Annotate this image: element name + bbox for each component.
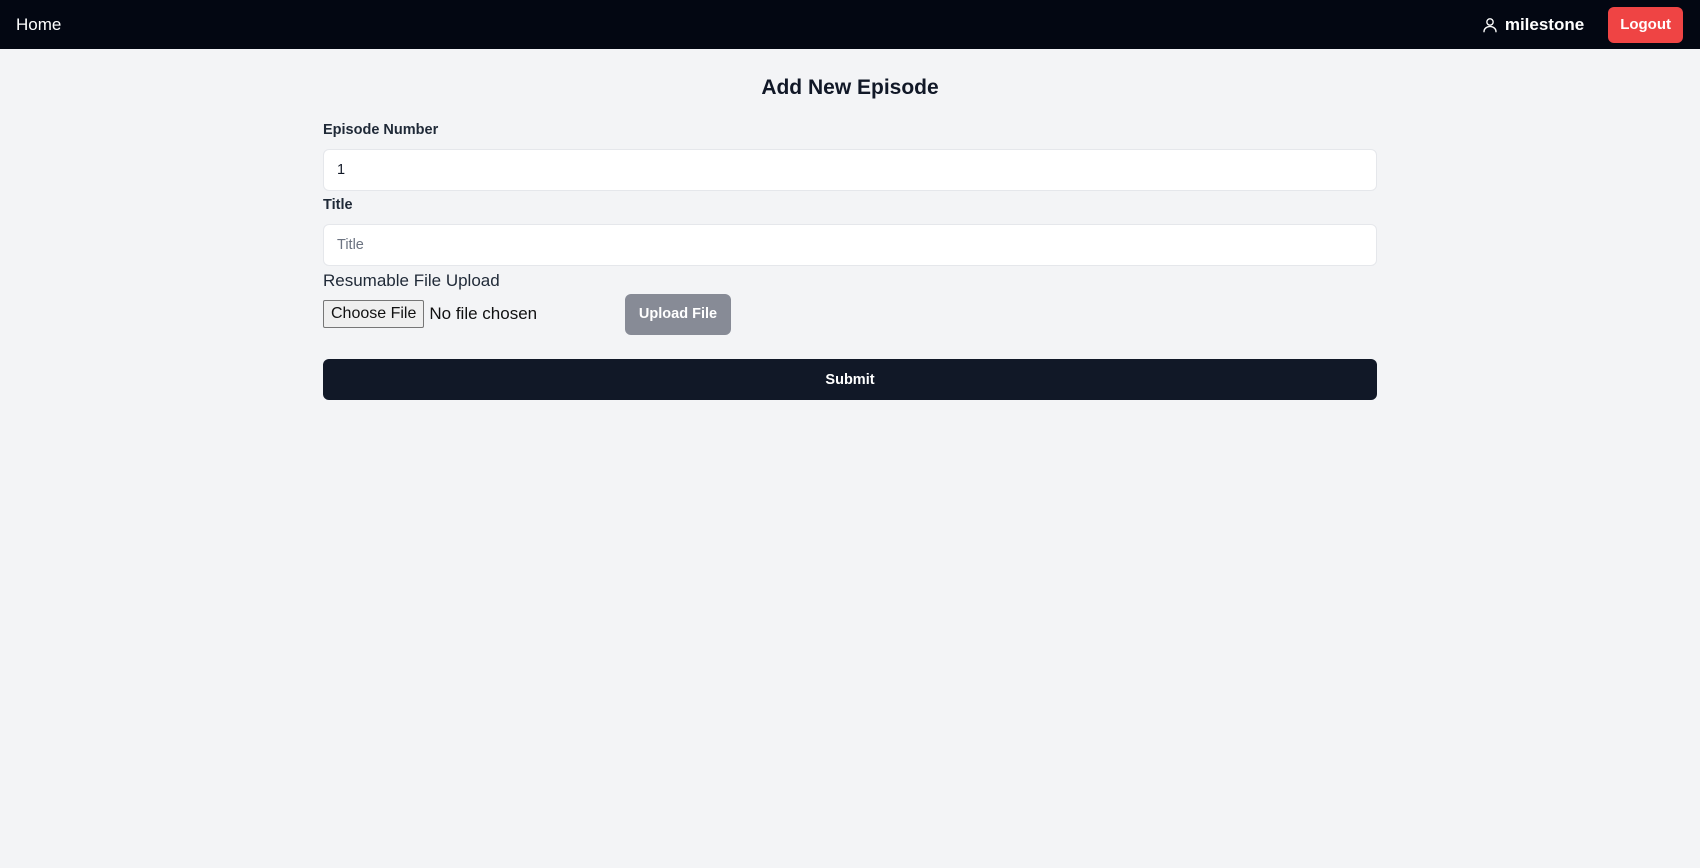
- home-link[interactable]: Home: [16, 15, 61, 35]
- page-title: Add New Episode: [761, 76, 939, 99]
- logout-button[interactable]: Logout: [1608, 6, 1683, 43]
- navbar-right-group: milestone Logout: [1481, 6, 1683, 43]
- episode-form-container: Add New Episode Episode Number Title Res…: [323, 49, 1377, 400]
- episode-number-label: Episode Number: [323, 122, 439, 138]
- submit-button[interactable]: Submit: [323, 359, 1377, 400]
- title-label: Title: [323, 197, 353, 213]
- file-status-text: No file chosen: [429, 304, 538, 323]
- upload-section-label: Resumable File Upload: [323, 271, 500, 290]
- username: milestone: [1504, 14, 1585, 34]
- user-icon: [1481, 16, 1499, 34]
- title-input[interactable]: [323, 224, 1377, 266]
- user-info: milestone: [1481, 15, 1584, 35]
- file-upload-row: Choose File No file chosen Upload File: [323, 293, 1377, 335]
- episode-number-input[interactable]: [323, 149, 1377, 191]
- upload-file-button[interactable]: Upload File: [625, 293, 731, 335]
- file-picker: Choose File No file chosen: [323, 300, 625, 328]
- choose-file-button[interactable]: Choose File: [323, 300, 425, 328]
- top-navbar: Home milestone Logout: [0, 0, 1700, 49]
